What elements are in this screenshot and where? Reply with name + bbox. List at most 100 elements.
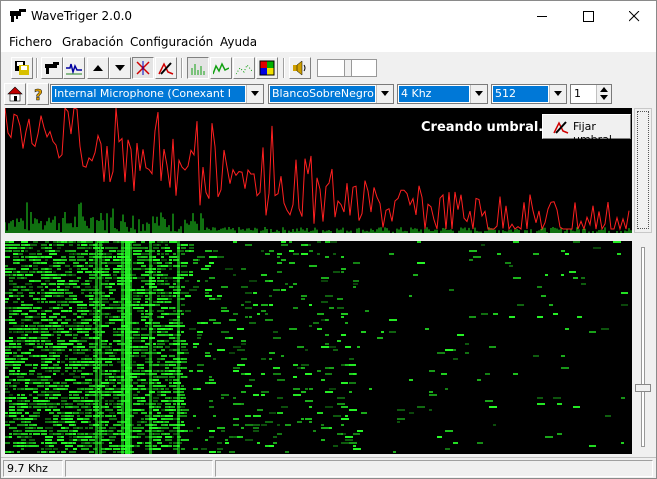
waterfall-cell: [73, 367, 78, 369]
waterfall-cell: [345, 439, 353, 441]
spectrum-line-button[interactable]: [210, 57, 232, 79]
maximize-button[interactable]: [565, 1, 611, 32]
waterfall-cell: [93, 385, 97, 387]
color-scheme-dropdown[interactable]: [376, 85, 393, 103]
sample-rate-dropdown[interactable]: [470, 85, 487, 103]
waterfall-cell: [341, 433, 346, 435]
waterfall-cell: [157, 376, 161, 378]
waterfall-cell: [177, 331, 180, 333]
waterfall-cell: [57, 382, 60, 384]
waterfall-cell: [97, 364, 100, 366]
waterfall-cell: [177, 406, 181, 408]
waterfall-cell: [477, 442, 483, 444]
waterfall-cell: [57, 295, 64, 297]
threshold-tool-button[interactable]: [155, 57, 177, 79]
menu-configuracion[interactable]: Configuración: [130, 35, 213, 49]
waterfall-cell: [25, 436, 32, 438]
color-palette-button[interactable]: [256, 57, 278, 79]
fft-size-dropdown[interactable]: [549, 85, 566, 103]
waveform-button[interactable]: [63, 57, 85, 79]
help-button[interactable]: ?: [27, 83, 49, 105]
spectrum-dots-button[interactable]: [233, 57, 255, 79]
waterfall-cell: [25, 400, 30, 402]
waterfall-slider[interactable]: [634, 241, 652, 454]
menu-grabacion[interactable]: Grabación: [62, 35, 123, 49]
waterfall-cell: [173, 283, 176, 285]
waterfall-cell: [73, 448, 77, 450]
waterfall-cell: [333, 445, 338, 447]
waterfall-cell: [33, 268, 38, 270]
spectrum-bars-button[interactable]: [187, 57, 209, 79]
waterfall-cell: [17, 436, 21, 438]
waterfall-cell: [29, 403, 37, 405]
waterfall-cell: [173, 289, 181, 291]
waterfall-cell: [269, 358, 272, 360]
cross-arrows-button[interactable]: [132, 57, 154, 79]
input-device-select[interactable]: Internal Microphone (Conexant I: [50, 84, 264, 104]
menu-ayuda[interactable]: Ayuda: [220, 35, 257, 49]
waterfall-cell: [173, 265, 180, 267]
waterfall-cell: [53, 313, 60, 315]
waterfall-cell: [93, 313, 99, 315]
waterfall-panel[interactable]: [5, 241, 632, 454]
waterfall-cell: [333, 349, 338, 351]
color-scheme-select[interactable]: BlancoSobreNegro: [268, 84, 394, 104]
menu-fichero[interactable]: Fichero: [9, 35, 52, 49]
waterfall-cell: [325, 391, 333, 393]
minimize-button[interactable]: [519, 1, 565, 32]
waterfall-cell: [73, 319, 76, 321]
waterfall-cell: [45, 247, 49, 249]
spin-buttons[interactable]: [596, 85, 611, 103]
waterfall-cell: [105, 379, 108, 381]
volume-button[interactable]: [289, 57, 311, 79]
waterfall-cell: [33, 316, 40, 318]
waterfall-cell: [325, 256, 329, 258]
waterfall-cell: [133, 322, 139, 324]
waterfall-cell: [165, 277, 173, 279]
increase-button[interactable]: [87, 57, 109, 79]
waterfall-cell: [137, 367, 141, 369]
waterfall-cell: [177, 295, 180, 297]
waterfall-cell: [341, 256, 344, 258]
fft-size-select[interactable]: 512: [491, 84, 567, 104]
waterfall-cell: [181, 298, 185, 300]
waterfall-cell: [241, 286, 248, 288]
sample-rate-select[interactable]: 4 Khz: [397, 84, 488, 104]
level-slider-thumb[interactable]: [344, 59, 352, 77]
waterfall-cell: [57, 403, 60, 405]
waterfall-cell: [153, 418, 157, 420]
level-slider[interactable]: [317, 59, 377, 77]
waterfall-cell: [209, 400, 213, 402]
waterfall-cell: [117, 382, 121, 384]
save-button[interactable]: [11, 57, 33, 79]
waterfall-cell: [113, 274, 117, 276]
waterfall-cell: [21, 250, 24, 252]
waterfall-cell: [141, 253, 145, 255]
waterfall-cell: [153, 349, 156, 351]
waterfall-cell: [125, 328, 130, 330]
decrease-button[interactable]: [109, 57, 131, 79]
waterfall-cell: [189, 328, 196, 330]
waterfall-cell: [53, 370, 60, 372]
waterfall-cell: [17, 370, 20, 372]
waterfall-cell: [285, 283, 288, 285]
home-button[interactable]: [4, 83, 26, 105]
spin-control[interactable]: 1: [570, 84, 612, 104]
spectrum-scrollbar-track[interactable]: [637, 111, 649, 229]
spectrum-scrollbar[interactable]: [634, 108, 652, 233]
trigger-button[interactable]: [41, 57, 63, 79]
waterfall-cell: [141, 442, 144, 444]
waterfall-cell: [513, 277, 521, 279]
set-threshold-button[interactable]: Fijar umbral: [542, 114, 631, 146]
waterfall-cell: [105, 277, 112, 279]
waterfall-cell: [189, 247, 194, 249]
waterfall-cell: [33, 280, 41, 282]
waterfall-cell: [217, 448, 223, 450]
waterfall-cell: [273, 367, 280, 369]
spin-up-icon[interactable]: [600, 87, 609, 93]
waterfall-slider-thumb[interactable]: [635, 384, 651, 392]
input-device-dropdown[interactable]: [246, 85, 263, 103]
close-button[interactable]: [611, 1, 657, 32]
spin-down-icon[interactable]: [600, 95, 609, 101]
waterfall-cell: [33, 430, 41, 432]
